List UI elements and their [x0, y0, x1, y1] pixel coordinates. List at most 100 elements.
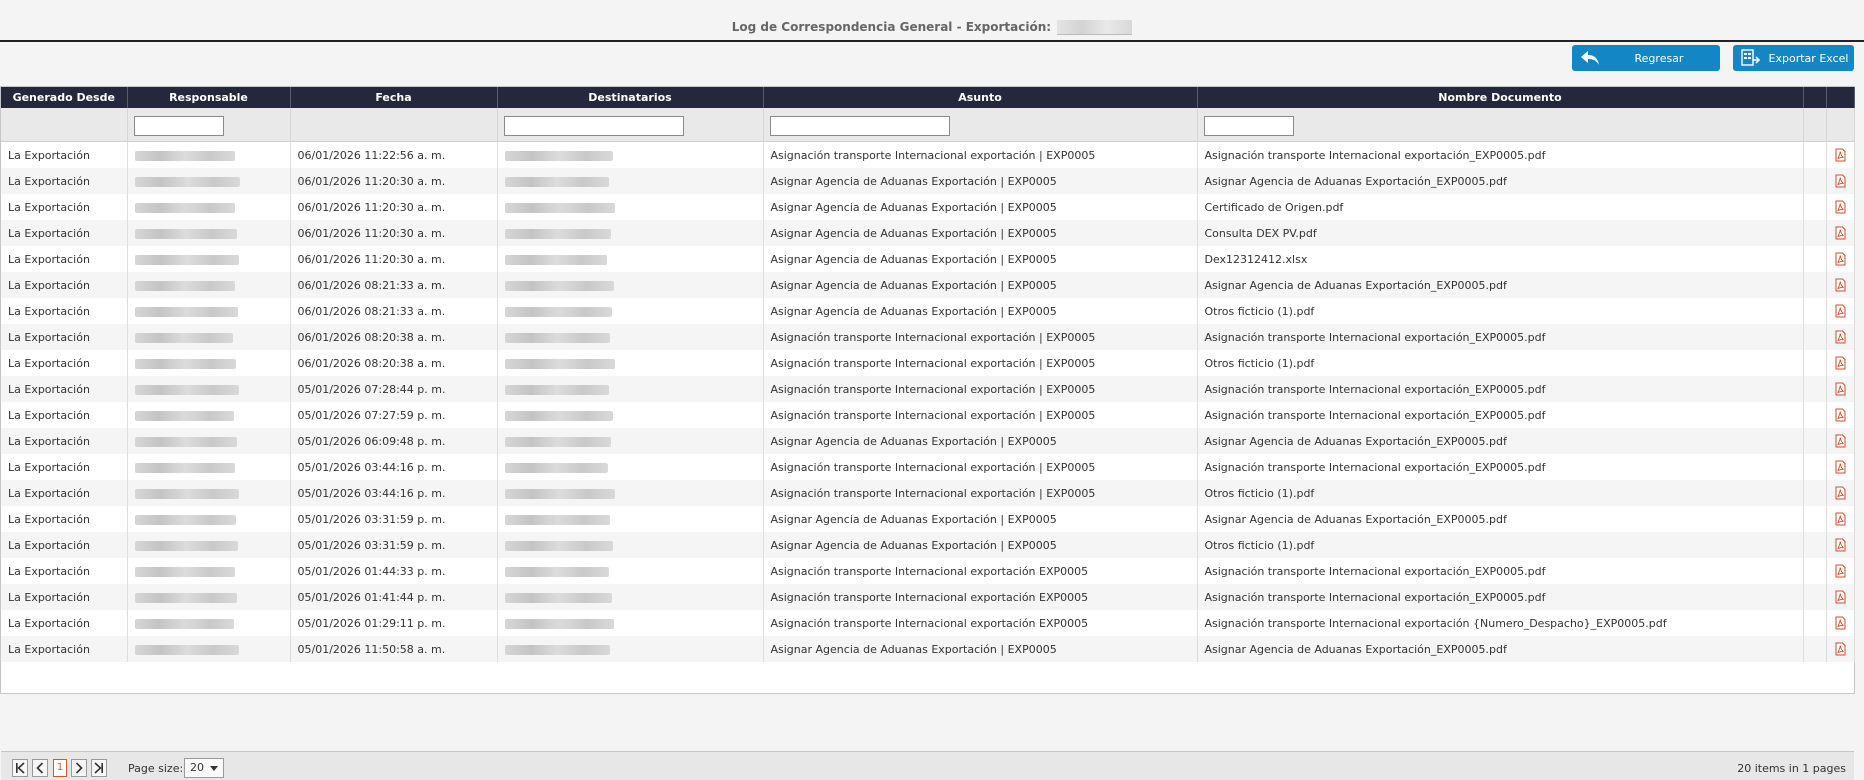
table-row[interactable]: La Exportación 05/01/2026 01:44:33 p. m. A… — [1, 558, 1855, 584]
table-row[interactable]: La Exportación 06/01/2026 08:21:33 a. m. A… — [1, 298, 1855, 324]
page-title-text: Log de Correspondencia General - Exporta… — [731, 20, 1052, 34]
cell-spacer — [1803, 194, 1827, 220]
column-header-destinatarios[interactable]: Destinatarios — [497, 87, 764, 108]
column-header-nombre-documento[interactable]: Nombre Documento — [1197, 87, 1804, 108]
cell-nombre-documento: Asignación transporte Internacional expo… — [1197, 454, 1804, 480]
table-row[interactable]: La Exportación 05/01/2026 07:27:59 p. m. A… — [1, 402, 1855, 428]
column-header-fecha[interactable]: Fecha — [290, 87, 498, 108]
next-page-button[interactable] — [71, 759, 87, 777]
cell-nombre-documento: Certificado de Origen.pdf — [1197, 194, 1804, 220]
cell-spacer — [1803, 558, 1827, 584]
table-row[interactable]: La Exportación 05/01/2026 07:28:44 p. m. A… — [1, 376, 1855, 402]
pdf-file-icon[interactable] — [1834, 226, 1847, 240]
cell-generado-desde: La Exportación — [1, 506, 128, 532]
table-row[interactable]: La Exportación 06/01/2026 11:20:30 a. m. A… — [1, 194, 1855, 220]
cell-spacer — [1803, 454, 1827, 480]
correspondence-table: Generado Desde Responsable Fecha Destina… — [1, 87, 1855, 662]
cell-asunto: Asignar Agencia de Aduanas Exportación |… — [763, 194, 1198, 220]
redacted-responsable — [134, 384, 239, 395]
cell-download — [1826, 402, 1855, 428]
page-number-current[interactable]: 1 — [53, 759, 67, 777]
table-row[interactable]: La Exportación 05/01/2026 03:31:59 p. m. A… — [1, 532, 1855, 558]
filter-cell-empty — [1826, 108, 1855, 142]
pdf-file-icon[interactable] — [1834, 148, 1847, 162]
pdf-file-icon[interactable] — [1834, 200, 1847, 214]
pdf-file-icon[interactable] — [1834, 564, 1847, 578]
column-header-responsable[interactable]: Responsable — [127, 87, 291, 108]
column-header-generado-desde[interactable]: Generado Desde — [1, 87, 128, 108]
pdf-file-icon[interactable] — [1834, 252, 1847, 266]
filter-cell-destinatarios — [497, 108, 764, 142]
cell-destinatarios — [497, 324, 764, 350]
pdf-file-icon[interactable] — [1834, 486, 1847, 500]
cell-nombre-documento: Consulta DEX PV.pdf — [1197, 220, 1804, 246]
cell-spacer — [1803, 350, 1827, 376]
column-header-asunto[interactable]: Asunto — [763, 87, 1198, 108]
table-row[interactable]: La Exportación 05/01/2026 03:31:59 p. m. A… — [1, 506, 1855, 532]
table-row[interactable]: La Exportación 05/01/2026 11:50:58 a. m. A… — [1, 636, 1855, 662]
first-page-button[interactable] — [12, 759, 28, 777]
table-row[interactable]: La Exportación 06/01/2026 11:20:30 a. m. A… — [1, 168, 1855, 194]
pdf-file-icon[interactable] — [1834, 538, 1847, 552]
pdf-file-icon[interactable] — [1834, 278, 1847, 292]
redacted-destinatarios — [504, 540, 613, 551]
export-excel-button[interactable]: Exportar Excel — [1733, 45, 1854, 71]
pdf-file-icon[interactable] — [1834, 382, 1847, 396]
cell-download — [1826, 168, 1855, 194]
cell-nombre-documento: Asignar Agencia de Aduanas Exportación_E… — [1197, 636, 1804, 662]
page-size-select[interactable]: 20 — [184, 758, 224, 778]
cell-destinatarios — [497, 246, 764, 272]
prev-page-button[interactable] — [32, 759, 48, 777]
cell-asunto: Asignación transporte Internacional expo… — [763, 610, 1198, 636]
table-row[interactable]: La Exportación 05/01/2026 06:09:48 p. m. A… — [1, 428, 1855, 454]
redacted-responsable — [134, 436, 237, 447]
table-row[interactable]: La Exportación 05/01/2026 01:29:11 p. m. A… — [1, 610, 1855, 636]
cell-spacer — [1803, 168, 1827, 194]
last-page-button[interactable] — [91, 759, 107, 777]
filter-input-asunto[interactable] — [769, 115, 950, 136]
pdf-file-icon[interactable] — [1834, 434, 1847, 448]
export-excel-label: Exportar Excel — [1768, 51, 1849, 65]
table-row[interactable]: La Exportación 06/01/2026 11:20:30 a. m. A… — [1, 246, 1855, 272]
redacted-responsable — [134, 150, 235, 161]
filter-input-destinatarios[interactable] — [503, 115, 684, 136]
cell-destinatarios — [497, 506, 764, 532]
pdf-file-icon[interactable] — [1834, 616, 1847, 630]
cell-nombre-documento: Otros ficticio (1).pdf — [1197, 350, 1804, 376]
table-row[interactable]: La Exportación 06/01/2026 08:20:38 a. m. A… — [1, 324, 1855, 350]
cell-fecha: 05/01/2026 01:44:33 p. m. — [290, 558, 498, 584]
pdf-file-icon[interactable] — [1834, 330, 1847, 344]
cell-responsable — [127, 636, 291, 662]
cell-generado-desde: La Exportación — [1, 610, 128, 636]
filter-input-documento[interactable] — [1203, 115, 1294, 136]
table-row[interactable]: La Exportación 06/01/2026 11:22:56 a. m. A… — [1, 141, 1855, 168]
filter-cell-responsable — [127, 108, 291, 142]
pdf-file-icon[interactable] — [1834, 174, 1847, 188]
pdf-file-icon[interactable] — [1834, 512, 1847, 526]
pdf-file-icon[interactable] — [1834, 356, 1847, 370]
cell-spacer — [1803, 428, 1827, 454]
filter-input-responsable[interactable] — [133, 115, 224, 136]
pdf-file-icon[interactable] — [1834, 642, 1847, 656]
cell-responsable — [127, 168, 291, 194]
table-row[interactable]: La Exportación 06/01/2026 11:20:30 a. m. A… — [1, 220, 1855, 246]
page-size-label: Page size: — [128, 762, 184, 775]
back-button[interactable]: Regresar — [1572, 45, 1720, 71]
pdf-file-icon[interactable] — [1834, 408, 1847, 422]
cell-asunto: Asignar Agencia de Aduanas Exportación |… — [763, 220, 1198, 246]
cell-spacer — [1803, 324, 1827, 350]
cell-responsable — [127, 506, 291, 532]
table-row[interactable]: La Exportación 06/01/2026 08:21:33 a. m. A… — [1, 272, 1855, 298]
table-row[interactable]: La Exportación 05/01/2026 03:44:16 p. m. A… — [1, 480, 1855, 506]
table-row[interactable]: La Exportación 05/01/2026 03:44:16 p. m. A… — [1, 454, 1855, 480]
table-row[interactable]: La Exportación 05/01/2026 01:41:44 p. m. A… — [1, 584, 1855, 610]
pdf-file-icon[interactable] — [1834, 590, 1847, 604]
pdf-file-icon[interactable] — [1834, 304, 1847, 318]
pager: 1 Page size: 20 20 items in 1 pages — [1, 751, 1854, 780]
redacted-responsable — [134, 514, 236, 525]
table-row[interactable]: La Exportación 06/01/2026 08:20:38 a. m. A… — [1, 350, 1855, 376]
cell-responsable — [127, 558, 291, 584]
redacted-responsable — [134, 644, 239, 655]
cell-destinatarios — [497, 532, 764, 558]
pdf-file-icon[interactable] — [1834, 460, 1847, 474]
